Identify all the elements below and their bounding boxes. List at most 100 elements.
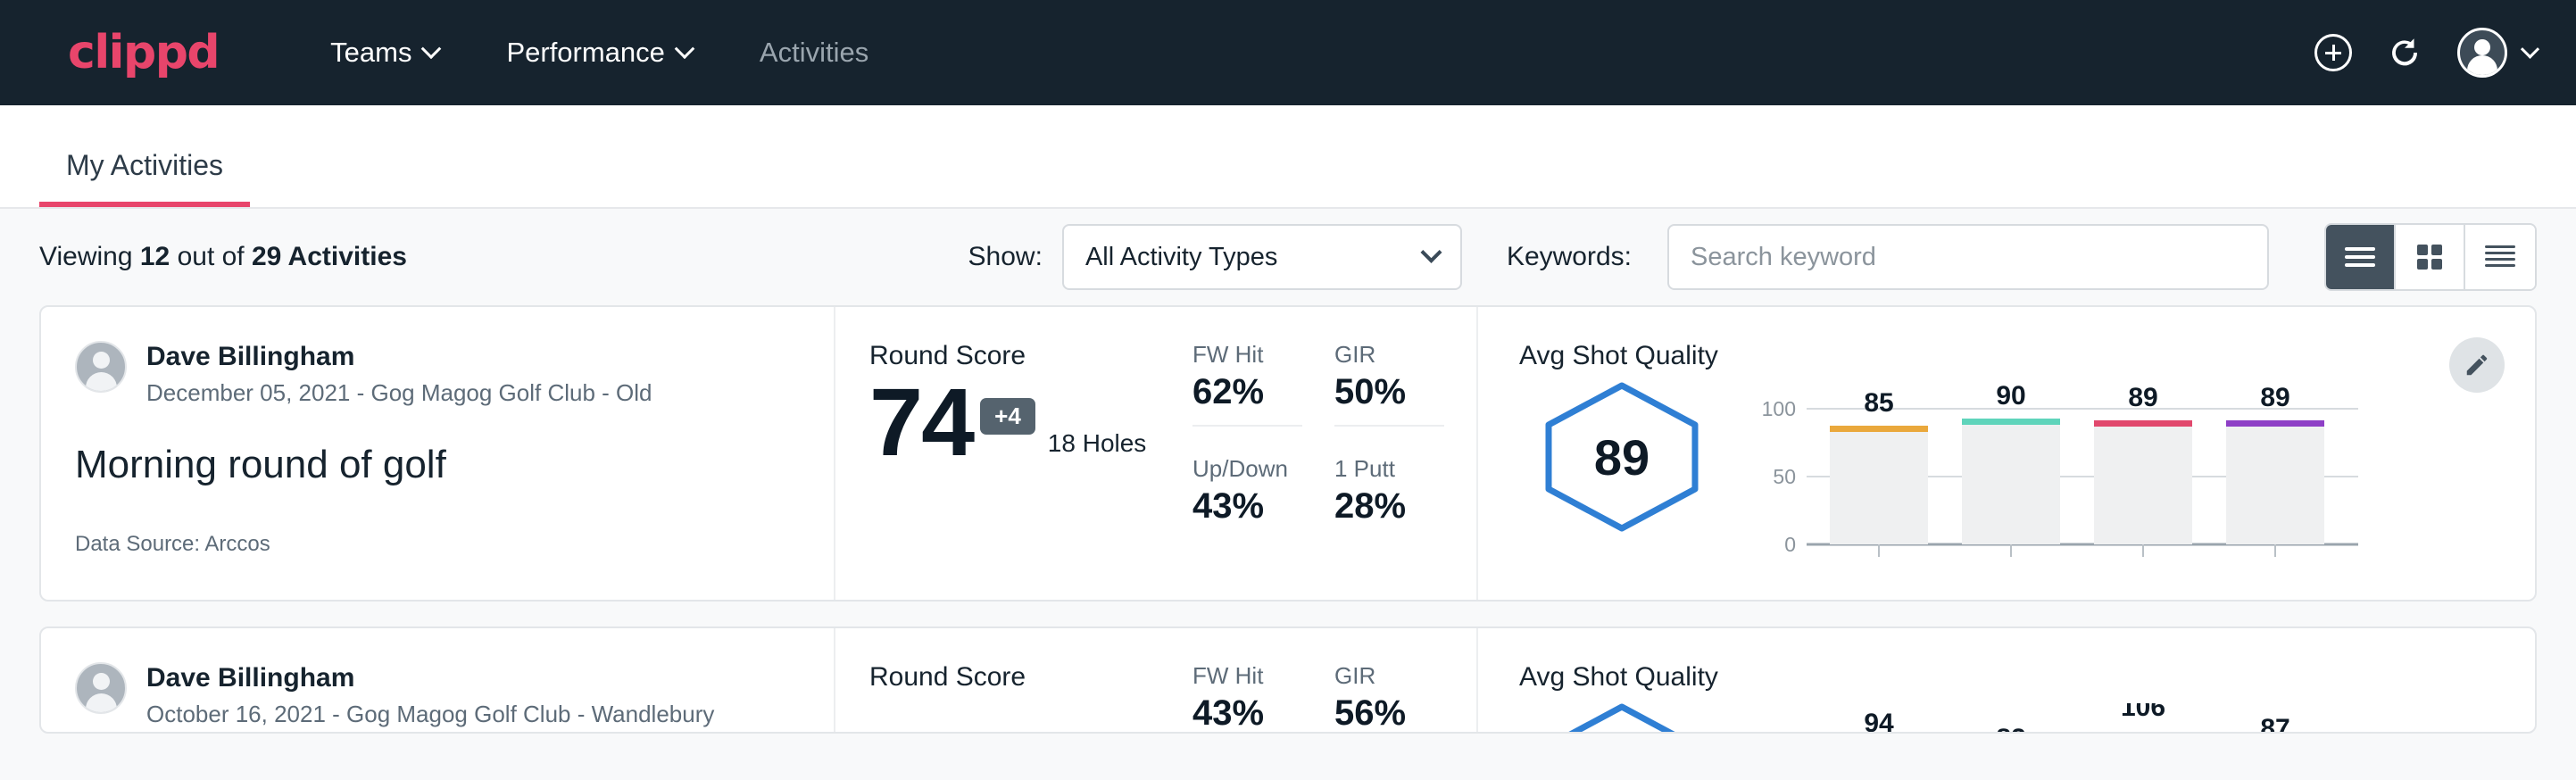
stat-fw-hit-label: FW Hit xyxy=(1192,341,1302,369)
round-score-column: Round Score 74 +4 18 Holes xyxy=(835,307,1192,600)
chevron-down-icon xyxy=(675,38,695,59)
add-circle-icon[interactable] xyxy=(2314,34,2352,71)
top-nav-actions xyxy=(2314,28,2537,78)
stat-fw-hit: FW Hit 43% xyxy=(1192,662,1334,734)
bar-cap-app xyxy=(1962,419,2060,425)
nav-item-teams[interactable]: Teams xyxy=(296,37,472,69)
stat-fw-hit-value: 62% xyxy=(1192,372,1302,427)
activity-user-name: Dave Billingham xyxy=(146,662,714,693)
nav-item-performance[interactable]: Performance xyxy=(472,37,725,69)
bar-value-arg: 89 xyxy=(2128,383,2157,412)
top-navigation-bar: clippd Teams Performance Activities xyxy=(0,0,2576,105)
hexagon-icon xyxy=(1534,700,1709,734)
chevron-down-icon xyxy=(421,38,442,59)
bar-cap-ott xyxy=(1830,426,1928,432)
account-menu[interactable] xyxy=(2457,28,2537,78)
edit-activity-button[interactable] xyxy=(2449,337,2505,393)
tab-strip: My Activities xyxy=(0,105,2576,209)
bar-value-ott: 85 xyxy=(1864,388,1893,418)
ytick-100: 100 xyxy=(1762,731,1796,734)
grid-view-button[interactable] xyxy=(2396,225,2465,289)
bar-cap-arg xyxy=(2094,732,2192,734)
nav-item-activities[interactable]: Activities xyxy=(726,37,902,69)
round-score-column: Round Score xyxy=(835,628,1192,732)
bar-value-app: 82 xyxy=(1996,724,2025,734)
tab-my-activities-label: My Activities xyxy=(66,149,223,181)
stat-fw-hit: FW Hit 62% xyxy=(1192,341,1334,439)
shot-quality-column: Avg Shot Quality 89 xyxy=(1478,307,2535,600)
round-score-value: 74 xyxy=(869,377,973,469)
filter-controls: Show: All Activity Types Keywords: xyxy=(968,223,2537,291)
round-stats-column: FW Hit 43% GIR 56% xyxy=(1192,628,1478,732)
avg-shot-quality-value: 89 xyxy=(1594,428,1649,486)
stat-grid: FW Hit 62% GIR 50% Up/Down 43% 1 Putt 28… xyxy=(1192,341,1476,527)
stat-grid: FW Hit 43% GIR 56% xyxy=(1192,662,1476,734)
stat-up-down: Up/Down 43% xyxy=(1192,439,1334,527)
show-label: Show: xyxy=(968,242,1043,272)
view-mode-toggle-group xyxy=(2324,223,2537,291)
activity-type-select[interactable]: All Activity Types xyxy=(1062,224,1462,290)
holes-played: 18 Holes xyxy=(1048,429,1147,469)
clippd-logo[interactable]: clippd xyxy=(68,29,219,76)
bar-value-ott: 94 xyxy=(1864,709,1894,734)
quality-hexagon xyxy=(1519,694,1724,734)
stat-gir: GIR 50% xyxy=(1334,341,1476,439)
grid-icon xyxy=(2414,241,2446,273)
chevron-down-icon xyxy=(1420,241,1442,262)
activity-data-source: Data Source: Arccos xyxy=(75,532,794,557)
activity-type-selected-value: All Activity Types xyxy=(1085,243,1277,272)
nav-item-activities-label: Activities xyxy=(760,37,868,69)
search-input[interactable] xyxy=(1691,243,2246,272)
bar-value-putt: 87 xyxy=(2260,714,2289,734)
bar-arg xyxy=(2094,424,2192,544)
list-view-button[interactable] xyxy=(2326,225,2396,289)
stat-one-putt: 1 Putt 28% xyxy=(1334,439,1476,527)
stat-one-putt-value: 28% xyxy=(1334,486,1444,527)
account-avatar-icon[interactable] xyxy=(2457,28,2507,78)
round-score-row: 74 +4 18 Holes xyxy=(869,377,1192,469)
detail-list-icon xyxy=(2482,242,2518,272)
activity-meta: October 16, 2021 - Gog Magog Golf Club -… xyxy=(146,701,714,728)
bar-putt xyxy=(2226,424,2324,544)
stat-up-down-value: 43% xyxy=(1192,486,1302,527)
bar-cap-putt xyxy=(2226,420,2324,427)
ytick-50: 50 xyxy=(1773,465,1796,488)
stat-up-down-label: Up/Down xyxy=(1192,455,1302,483)
nav-item-teams-label: Teams xyxy=(330,37,411,69)
stat-fw-hit-value: 43% xyxy=(1192,693,1302,734)
shot-quality-body: 89 100 50 0 xyxy=(1519,373,2535,565)
bar-chart-svg: 100 50 0 85 OTT 90 APP xyxy=(1742,382,2367,560)
stat-one-putt-label: 1 Putt xyxy=(1334,455,1444,483)
search-keyword-field[interactable] xyxy=(1667,224,2269,290)
tab-my-activities[interactable]: My Activities xyxy=(39,149,250,207)
stat-fw-hit-label: FW Hit xyxy=(1192,662,1302,690)
shot-quality-bar-chart: 100 50 0 85 OTT 90 APP xyxy=(1724,373,2535,565)
activity-user-name: Dave Billingham xyxy=(146,341,652,372)
pencil-icon xyxy=(2464,352,2490,378)
stat-gir-value: 50% xyxy=(1334,372,1444,427)
viewing-middle: out of xyxy=(170,242,252,271)
viewing-prefix: Viewing xyxy=(39,242,140,271)
compact-list-view-button[interactable] xyxy=(2465,225,2535,289)
bar-chart-svg: 100 50 0 94 82 106 xyxy=(1742,703,2367,734)
bar-value-app: 90 xyxy=(1996,382,2025,411)
avg-shot-quality-label: Avg Shot Quality xyxy=(1519,341,2535,371)
viewing-total: 29 Activities xyxy=(252,242,407,271)
refresh-icon[interactable] xyxy=(2386,34,2423,71)
shot-quality-bar-chart: 100 50 0 94 82 106 xyxy=(1724,694,2535,734)
avg-shot-quality-label: Avg Shot Quality xyxy=(1519,662,2535,693)
ytick-0: 0 xyxy=(1784,533,1796,556)
filter-bar: Viewing 12 out of 29 Activities Show: Al… xyxy=(0,209,2576,305)
stat-gir-value: 56% xyxy=(1334,693,1444,734)
keywords-label: Keywords: xyxy=(1507,242,1632,272)
activity-card[interactable]: Dave Billingham December 05, 2021 - Gog … xyxy=(39,305,2537,602)
ytick-100: 100 xyxy=(1762,397,1796,420)
activity-info-column: Dave Billingham October 16, 2021 - Gog M… xyxy=(41,628,835,732)
shot-quality-column: Avg Shot Quality 100 xyxy=(1478,628,2535,732)
round-stats-column: FW Hit 62% GIR 50% Up/Down 43% 1 Putt 28… xyxy=(1192,307,1478,600)
activity-meta: December 05, 2021 - Gog Magog Golf Club … xyxy=(146,379,652,407)
activity-user: Dave Billingham December 05, 2021 - Gog … xyxy=(75,341,794,407)
round-score-label: Round Score xyxy=(869,662,1192,693)
bar-cap-arg xyxy=(2094,420,2192,427)
activity-card[interactable]: Dave Billingham October 16, 2021 - Gog M… xyxy=(39,626,2537,734)
